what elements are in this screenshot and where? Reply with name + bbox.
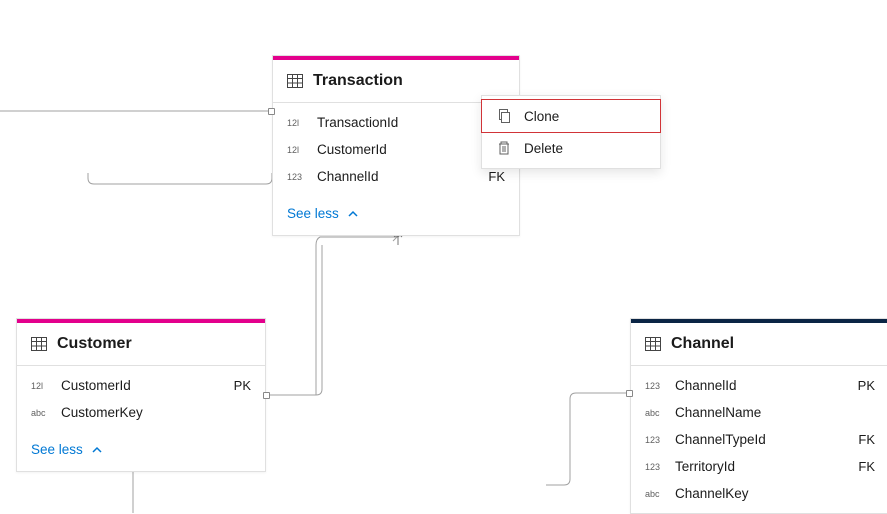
entity-channel[interactable]: Channel 123 ChannelId PK abc ChannelName… [630,318,887,514]
type-badge: 123 [645,462,665,472]
context-menu: Clone Delete [481,95,661,169]
menu-item-clone[interactable]: Clone [481,99,661,133]
see-less-label: See less [31,442,83,457]
column-name: CustomerKey [61,405,241,420]
table-icon [31,337,47,351]
type-badge: abc [645,489,665,499]
type-badge: 12l [287,145,307,155]
trash-icon [496,140,512,156]
menu-item-delete[interactable]: Delete [482,132,660,164]
column-name: TransactionId [317,115,495,130]
column-name: CustomerId [61,378,224,393]
column-row[interactable]: abc CustomerKey [17,399,265,426]
menu-item-label: Delete [524,141,563,156]
column-name: ChannelId [317,169,478,184]
column-row[interactable]: abc ChannelName [631,399,887,426]
column-name: ChannelName [675,405,865,420]
column-name: TerritoryId [675,459,848,474]
column-row[interactable]: 123 ChannelTypeId FK [631,426,887,453]
see-less-label: See less [287,206,339,221]
entity-header: Channel [631,323,887,366]
entity-body: 123 ChannelId PK abc ChannelName 123 Cha… [631,366,887,513]
entity-header: Customer [17,323,265,366]
chevron-up-icon [91,444,103,456]
entity-title: Channel [671,335,734,353]
entity-title: Customer [57,335,132,353]
table-icon [645,337,661,351]
column-name: CustomerId [317,142,495,157]
key-badge: PK [234,378,251,393]
type-badge: 123 [645,381,665,391]
column-row[interactable]: 123 ChannelId PK [631,372,887,399]
connector-anchor[interactable] [263,392,270,399]
type-badge: 12l [31,381,51,391]
connector-anchor[interactable] [626,390,633,397]
copy-icon [496,108,512,124]
key-badge: FK [488,169,505,184]
column-name: ChannelId [675,378,848,393]
column-row[interactable]: 12l CustomerId PK [17,372,265,399]
entity-customer[interactable]: Customer 12l CustomerId PK abc CustomerK… [16,318,266,472]
connector-anchor[interactable] [268,108,275,115]
type-badge: 123 [645,435,665,445]
column-name: ChannelTypeId [675,432,848,447]
see-less-toggle[interactable]: See less [273,196,519,235]
see-less-toggle[interactable]: See less [17,432,265,471]
type-badge: abc [31,408,51,418]
column-row[interactable]: abc ChannelKey [631,480,887,507]
entity-title: Transaction [313,72,403,90]
column-name: ChannelKey [675,486,865,501]
type-badge: 12l [287,118,307,128]
type-badge: abc [645,408,665,418]
table-icon [287,74,303,88]
menu-item-label: Clone [524,109,559,124]
entity-body: 12l CustomerId PK abc CustomerKey [17,366,265,432]
chevron-up-icon [347,208,359,220]
key-badge: FK [858,459,875,474]
key-badge: PK [858,378,875,393]
type-badge: 123 [287,172,307,182]
key-badge: FK [858,432,875,447]
column-row[interactable]: 123 TerritoryId FK [631,453,887,480]
